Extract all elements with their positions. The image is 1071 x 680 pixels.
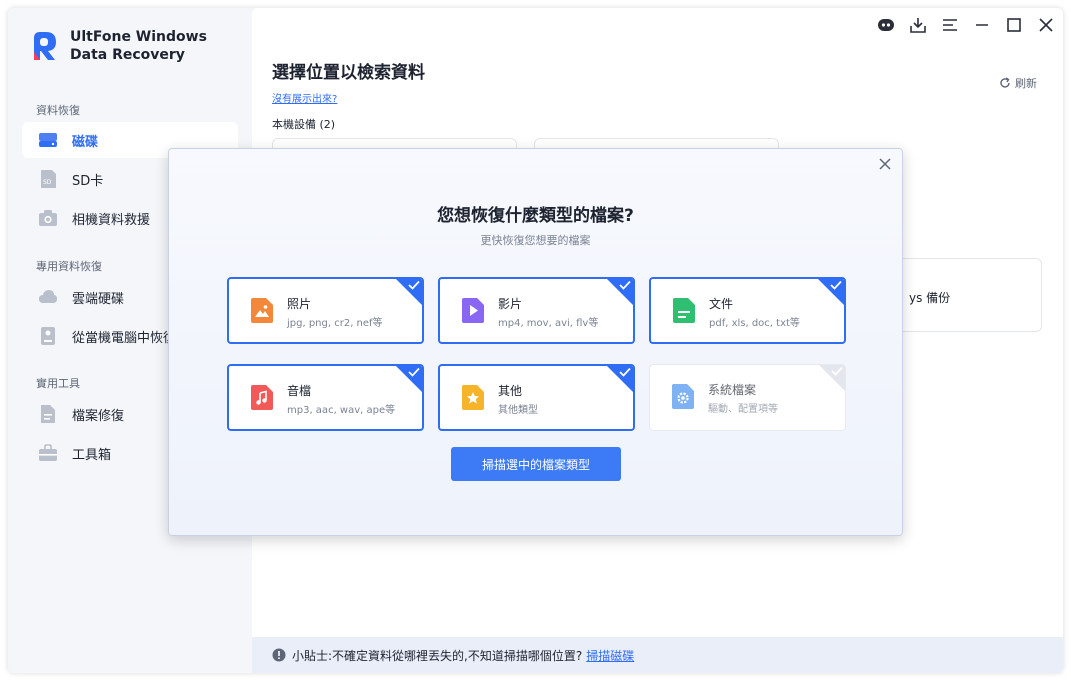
file-type-desc: pdf, xls, doc, txt等 xyxy=(709,318,800,329)
menu-icon[interactable] xyxy=(941,16,959,34)
maximize-icon[interactable] xyxy=(1005,16,1023,34)
check-icon xyxy=(619,367,631,377)
photo-icon xyxy=(251,298,273,323)
crashed-computer-icon xyxy=(38,326,58,346)
sd-card-icon: SD xyxy=(38,169,58,189)
scan-disk-link[interactable]: 掃描磁碟 xyxy=(586,647,634,664)
tip-text: 小貼士:不確定資料從哪裡丟失的,不知道掃描哪個位置? xyxy=(292,648,583,663)
check-icon xyxy=(619,280,631,290)
file-type-name: 影片 xyxy=(498,297,523,311)
refresh-icon xyxy=(1000,77,1010,88)
file-repair-icon xyxy=(38,404,58,424)
section-title-data-recovery: 資料恢復 xyxy=(36,104,80,117)
title-bar xyxy=(877,16,1055,34)
sidebar-item-label: 相機資料救援 xyxy=(72,212,151,228)
file-type-video[interactable]: 影片 mp4, mov, avi, flv等 xyxy=(438,277,635,344)
dialog-title: 您想恢復什麼類型的檔案? xyxy=(437,206,634,226)
check-icon xyxy=(830,280,842,290)
app-title: UltFone Windows Data Recovery xyxy=(70,28,207,64)
local-devices-label: 本機設備 (2) xyxy=(272,118,336,131)
file-type-name: 其他 xyxy=(498,384,523,398)
app-title-line2: Data Recovery xyxy=(70,47,185,63)
file-type-document[interactable]: 文件 pdf, xls, doc, txt等 xyxy=(649,277,846,344)
app-title-line1: UltFone Windows xyxy=(70,29,207,45)
svg-text:SD: SD xyxy=(43,179,52,186)
file-type-desc: 驅動、配置項等 xyxy=(708,404,778,415)
toolbox-icon xyxy=(38,443,58,463)
download-icon[interactable] xyxy=(909,16,927,34)
sidebar-item-label: 磁碟 xyxy=(72,134,99,150)
file-type-desc: jpg, png, cr2, nef等 xyxy=(287,318,383,329)
sidebar-item-label: SD卡 xyxy=(72,173,104,189)
file-type-dialog: 您想恢復什麼類型的檔案? 更快恢復您想要的檔案 照片 jpg, png, cr2… xyxy=(168,148,903,536)
disk-icon xyxy=(38,130,58,150)
check-icon xyxy=(831,366,843,376)
not-shown-link[interactable]: 沒有展示出來? xyxy=(272,90,337,105)
file-type-name: 文件 xyxy=(709,297,734,311)
dialog-subtitle: 更快恢復您想要的檔案 xyxy=(480,234,591,247)
file-type-other[interactable]: 其他 其他類型 xyxy=(438,364,635,431)
check-icon xyxy=(408,280,420,290)
camera-icon xyxy=(38,208,58,228)
audio-icon xyxy=(251,385,273,410)
backup-card-label: ys 備份 xyxy=(909,291,951,305)
section-title-special-recovery: 專用資料恢復 xyxy=(36,260,102,273)
refresh-button[interactable]: 刷新 xyxy=(999,75,1037,91)
file-type-system[interactable]: 系統檔案 驅動、配置項等 xyxy=(649,364,846,431)
cloud-icon xyxy=(38,287,58,307)
tip-bar: 小貼士:不確定資料從哪裡丟失的,不知道掃描哪個位置? 掃描磁碟 xyxy=(252,637,1063,673)
close-window-icon[interactable] xyxy=(1037,16,1055,34)
document-icon xyxy=(673,298,695,323)
file-type-name: 音檔 xyxy=(287,384,312,398)
scan-selected-button[interactable]: 掃描選中的檔案類型 xyxy=(451,447,621,481)
sidebar-item-label: 檔案修復 xyxy=(72,408,125,424)
video-icon xyxy=(462,298,484,323)
ultfone-logo-icon xyxy=(34,32,56,60)
file-type-audio[interactable]: 音檔 mp3, aac, wav, ape等 xyxy=(227,364,424,431)
file-type-desc: mp4, mov, avi, flv等 xyxy=(498,318,599,329)
section-title-tools: 實用工具 xyxy=(36,377,80,390)
refresh-label: 刷新 xyxy=(1015,77,1037,90)
file-type-desc: 其他類型 xyxy=(498,405,538,416)
sidebar-item-label: 從當機電腦中恢復 xyxy=(72,330,177,346)
file-type-name: 照片 xyxy=(287,297,312,311)
feedback-bot-icon[interactable] xyxy=(877,16,895,34)
star-icon xyxy=(462,385,484,410)
sidebar-item-label: 雲端硬碟 xyxy=(72,291,125,307)
sidebar-item-label: 工具箱 xyxy=(72,447,112,463)
brand: UltFone Windows Data Recovery xyxy=(30,28,207,64)
page-title: 選擇位置以檢索資料 xyxy=(272,63,425,83)
minimize-icon[interactable] xyxy=(973,16,991,34)
info-icon xyxy=(272,648,286,662)
file-type-name: 系統檔案 xyxy=(708,383,757,397)
backup-card[interactable]: ys 備份 xyxy=(892,258,1042,332)
gear-icon xyxy=(672,384,694,409)
file-type-photo[interactable]: 照片 jpg, png, cr2, nef等 xyxy=(227,277,424,344)
file-type-desc: mp3, aac, wav, ape等 xyxy=(287,405,396,416)
dialog-close-icon[interactable] xyxy=(876,155,894,173)
check-icon xyxy=(408,367,420,377)
